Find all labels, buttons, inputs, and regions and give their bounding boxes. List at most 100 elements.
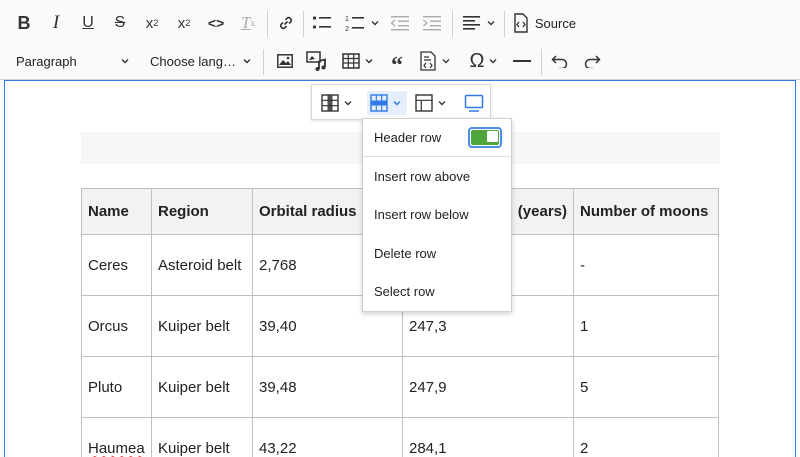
italic-button[interactable]: I [46, 9, 66, 37]
table-cell[interactable]: 43,22 [252, 417, 403, 457]
table-cell[interactable]: Haumea [81, 417, 152, 457]
table-row: Haumea Kuiper belt 43,22 284,1 2 [81, 417, 719, 457]
strikethrough-button[interactable]: S [110, 9, 130, 37]
menu-item-insert-row-above[interactable]: Insert row above [363, 158, 511, 196]
table-cell[interactable]: 1 [573, 295, 719, 357]
toggle-knob [487, 131, 498, 142]
block-quote-button[interactable]: “ [384, 47, 410, 79]
menu-item-insert-row-below[interactable]: Insert row below [363, 196, 511, 234]
table-contextual-toolbar [311, 84, 491, 120]
table-cell[interactable]: 247,9 [402, 356, 574, 418]
numbered-list-button[interactable]: 12 [342, 9, 382, 37]
svg-text:1: 1 [345, 16, 349, 23]
source-button[interactable]: Source [511, 9, 577, 37]
header-cell[interactable]: Number of moons [573, 188, 719, 235]
chevron-down-icon [438, 101, 446, 106]
quote-icon: “ [391, 53, 403, 79]
header-cell[interactable]: Region [151, 188, 253, 235]
table-cell[interactable]: Ceres [81, 234, 152, 296]
link-button[interactable] [275, 9, 297, 37]
numbered-list-icon: 12 [345, 16, 364, 32]
superscript-button[interactable]: x2 [140, 9, 164, 37]
table-cell[interactable]: - [573, 234, 719, 296]
table-cell[interactable]: Pluto [81, 356, 152, 418]
outdent-icon [390, 16, 409, 31]
undo-icon [551, 55, 568, 68]
subscript-button[interactable]: x2 [172, 9, 196, 37]
chevron-down-icon [121, 59, 129, 64]
table-cell[interactable]: 284,1 [402, 417, 574, 457]
table-properties-icon [464, 94, 484, 112]
horizontal-line-icon [513, 60, 531, 62]
table-cell[interactable]: Orcus [81, 295, 152, 357]
toolbar-separator [267, 11, 268, 37]
toolbar-separator [541, 49, 542, 75]
media-icon [306, 51, 326, 71]
header-cell[interactable]: Name [81, 188, 152, 235]
heading-dropdown[interactable]: Paragraph [10, 47, 136, 75]
editor-content-area[interactable]: Dwarf pla Name Region Orbital radius (ye… [4, 80, 796, 457]
toolbar-separator [504, 11, 505, 37]
svg-text:2: 2 [345, 26, 349, 32]
menu-item-select-row[interactable]: Select row [363, 273, 511, 311]
code-button[interactable]: <> [204, 9, 228, 37]
align-left-icon [462, 16, 480, 30]
text-alignment-dropdown[interactable] [460, 9, 498, 37]
chevron-down-icon [487, 21, 494, 26]
source-label: Source [534, 15, 577, 31]
table-cell[interactable]: Kuiper belt [151, 295, 253, 357]
header-row-toggle[interactable] [468, 127, 502, 148]
omega-icon: Ω [469, 49, 485, 72]
menu-item-header-row[interactable]: Header row [363, 119, 511, 157]
bold-button[interactable]: B [14, 9, 34, 37]
table-column-icon [321, 94, 339, 112]
table-cell[interactable]: 2 [573, 417, 719, 457]
table-row-dropdown[interactable] [367, 91, 407, 115]
outdent-button[interactable] [388, 9, 412, 37]
insert-image-button[interactable] [274, 47, 296, 75]
code-language-label: Choose lang… [150, 53, 236, 69]
underline-button[interactable]: U [78, 9, 98, 37]
insert-media-button[interactable] [304, 47, 330, 75]
indent-button[interactable] [420, 9, 444, 37]
toolbar-separator [263, 49, 264, 75]
undo-button[interactable] [548, 47, 572, 75]
table-properties-button[interactable] [462, 91, 486, 115]
table-cell[interactable]: 5 [573, 356, 719, 418]
toggle-track [471, 130, 499, 145]
chevron-down-icon [442, 59, 450, 64]
chevron-down-icon [489, 59, 497, 64]
special-characters-dropdown[interactable]: Ω [462, 47, 506, 75]
source-icon [514, 13, 528, 33]
merge-cells-dropdown[interactable] [415, 91, 455, 115]
table-cell[interactable]: Asteroid belt [151, 234, 253, 296]
bulleted-list-button[interactable] [310, 9, 334, 37]
table-icon [342, 53, 360, 69]
table-cell[interactable]: Kuiper belt [151, 356, 253, 418]
redo-button[interactable] [580, 47, 604, 75]
chevron-down-icon [344, 101, 352, 106]
toolbar-separator [452, 11, 453, 37]
code-block-dropdown[interactable] [414, 47, 456, 75]
chevron-down-icon [371, 21, 378, 26]
menu-item-delete-row[interactable]: Delete row [363, 235, 511, 273]
editor-toolbar: B I U S x2 x2 <> Tx 12 Source Paragraph … [0, 0, 800, 80]
image-icon [277, 54, 293, 68]
indent-icon [423, 16, 441, 31]
toolbar-row-2: Paragraph Choose lang… “ Ω [0, 41, 800, 81]
heading-dropdown-label: Paragraph [16, 53, 77, 69]
horizontal-line-button[interactable] [510, 47, 534, 75]
table-row: Pluto Kuiper belt 39,48 247,9 5 [81, 356, 719, 418]
table-cell[interactable]: 39,48 [252, 356, 403, 418]
code-language-dropdown[interactable]: Choose lang… [146, 47, 256, 75]
remove-format-button[interactable]: Tx [236, 9, 260, 37]
table-column-dropdown[interactable] [321, 91, 361, 115]
remove-format-icon: T [241, 13, 251, 32]
menu-item-label: Header row [374, 130, 442, 145]
toolbar-separator [303, 11, 304, 37]
table-cell[interactable]: Kuiper belt [151, 417, 253, 457]
code-block-icon [420, 51, 436, 71]
redo-icon [584, 55, 601, 68]
table-row-icon [370, 94, 388, 112]
insert-table-dropdown[interactable] [338, 47, 378, 75]
